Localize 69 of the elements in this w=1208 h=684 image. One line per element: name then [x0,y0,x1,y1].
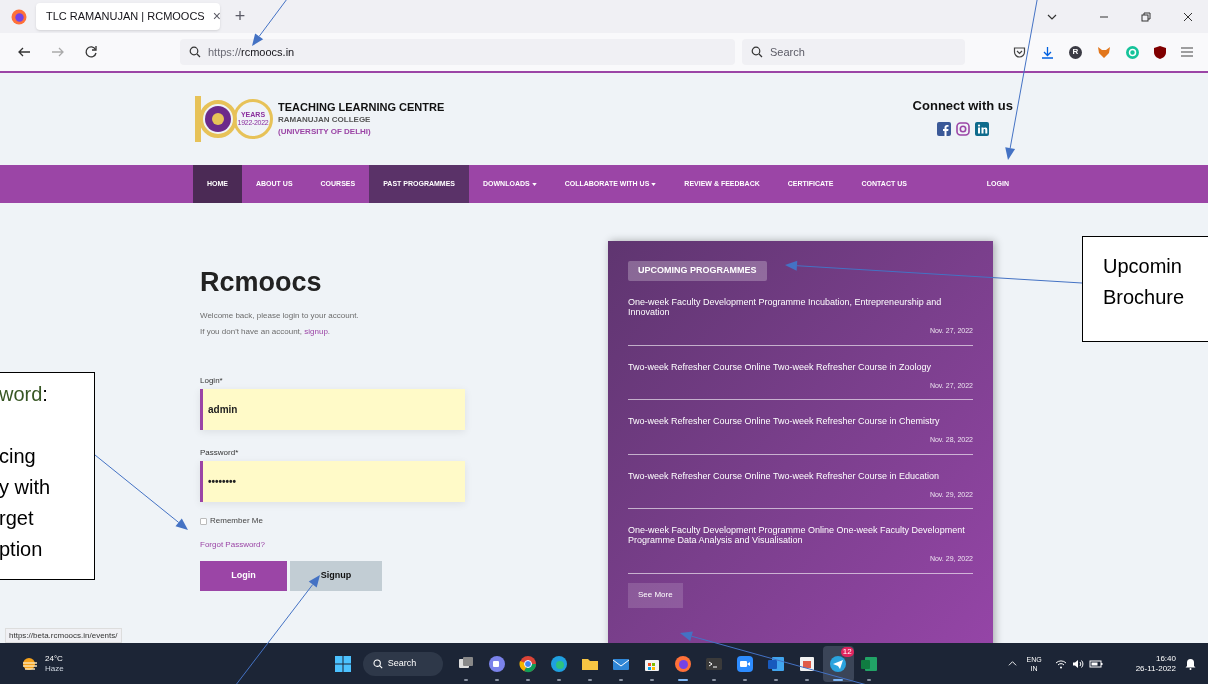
search-icon [189,46,201,58]
programme-link[interactable]: Two-week Refresher Course Online Two-week Refresher Course in Zoology [628,361,973,372]
input-field[interactable]: admin [200,389,465,430]
callout-text: ption [0,537,43,562]
org-title: TEACHING LEARNING CENTRE [278,100,445,114]
signup-prompt: If you don't have an account, signup. [200,326,332,338]
search-icon [751,46,763,58]
search-field[interactable]: Search [742,39,965,65]
login-button[interactable]: Login [200,561,287,591]
menu-icon[interactable] [1181,47,1193,57]
start-icon[interactable] [334,655,351,672]
checkbox[interactable] [200,517,207,525]
download-icon[interactable] [1041,45,1054,59]
url-field[interactable]: https://rcmoocs.in [180,39,735,65]
profile-avatar[interactable]: R [1069,45,1082,59]
college-name: RAMANUJAN COLLEGE [278,113,372,126]
signup-button[interactable]: Signup [290,561,382,591]
back-icon[interactable] [17,45,31,59]
pocket-icon[interactable] [1013,45,1026,59]
restore-icon[interactable] [1140,10,1152,23]
page-title: Rcmoocs [200,266,323,298]
notification-icon[interactable] [1185,657,1196,670]
video-call-icon[interactable] [736,654,755,673]
section-heading: UPCOMING PROGRAMMES [628,261,767,281]
close-icon[interactable]: × [212,6,221,27]
callout-text: Upcomin [1103,254,1182,279]
fox-icon[interactable] [1097,45,1111,59]
reload-icon[interactable] [84,45,98,59]
callout-text: rget [0,506,34,531]
new-tab-button[interactable]: + [228,3,252,30]
chevron-up-icon[interactable] [1007,659,1017,668]
field-label: Password* [200,448,240,458]
connect-heading: Connect with us [912,97,1013,116]
document-icon[interactable] [767,654,786,673]
programme-link[interactable]: One-week Faculty Development Programme Incubation, Entrepreneurship and Innovation [628,297,973,317]
facebook-icon[interactable] [936,121,951,136]
callout-text: Brochure [1103,285,1185,310]
chat-icon[interactable] [488,654,507,673]
wifi-icon[interactable] [1054,658,1067,669]
see-more-button[interactable]: See More [628,582,683,608]
instagram-icon[interactable] [955,121,970,136]
notification-badge: 12 [840,646,854,657]
close-icon[interactable] [1182,10,1194,23]
callout-text: cing [0,444,36,469]
remember-me-label: Remember Me [210,515,263,527]
browser-tab[interactable]: TLC RAMANUJAN | RCMOOCS × [36,3,220,30]
linkedin-icon[interactable] [974,121,989,136]
university-name: (UNIVERSITY OF DELHI) [278,125,372,138]
screenshot-icon[interactable] [798,654,817,673]
forgot-password-link[interactable]: Forgot Password? [200,539,265,551]
temperature: 24°C [45,653,64,664]
signup-link[interactable]: signup [304,327,328,336]
weather-icon [20,655,40,672]
programme-link[interactable]: Two-week Refresher Course Online Two-week Refresher Course in Education [628,470,973,481]
shield-icon[interactable] [1154,45,1166,59]
welcome-text: Welcome back, please login to your account. [200,310,360,322]
taskbar-search[interactable]: Search [362,651,443,676]
spreadsheet-icon[interactable] [860,654,879,673]
input-field[interactable]: •••••••• [200,461,465,502]
programme-link[interactable]: One-week Faculty Development Programme Online One-week Faculty Development Programme Data Analysis and Visualisation [628,525,973,545]
volume-icon[interactable] [1071,658,1084,669]
status-url: https://beta.rcmoocs.in/events/ [5,628,122,643]
weather-text: Haze [45,663,64,674]
battery-icon[interactable] [1088,658,1103,669]
clock[interactable]: 16:40 26-11-2022 [1135,653,1176,674]
field-label: Login* [200,376,224,386]
programme-link[interactable]: Two-week Refresher Course Online Two-week Refresher Course in Chemistry [628,416,973,426]
paper-plane-icon[interactable] [829,654,848,673]
search-icon [372,658,383,669]
